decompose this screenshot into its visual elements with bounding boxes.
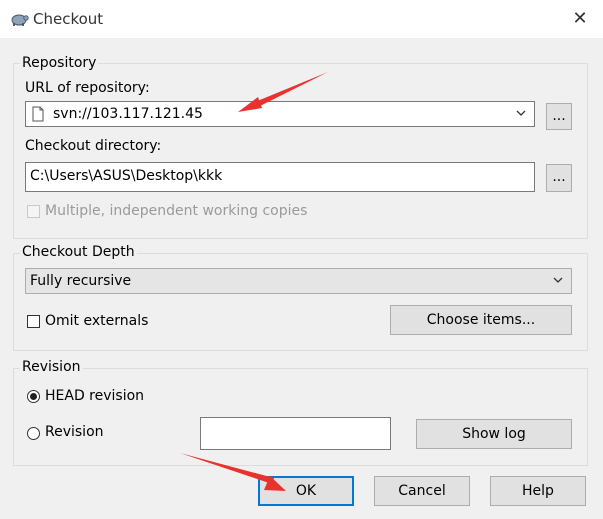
close-button[interactable]: ✕ [557, 0, 603, 38]
omit-externals-checkbox[interactable] [27, 315, 40, 328]
title-bar: Checkout ✕ [0, 0, 603, 38]
close-icon: ✕ [572, 8, 588, 29]
revision-legend: Revision [20, 359, 83, 375]
help-button[interactable]: Help [490, 476, 586, 506]
head-revision-radio[interactable] [27, 390, 40, 403]
repository-legend: Repository [20, 55, 99, 71]
radio-selected-dot [30, 393, 37, 400]
revision-radio[interactable] [27, 427, 40, 440]
head-revision-label: HEAD revision [45, 388, 145, 404]
window-title: Checkout [33, 10, 104, 28]
checkout-directory-value: C:\Users\ASUS\Desktop\kkk [30, 168, 223, 184]
multiple-copies-checkbox[interactable] [27, 205, 40, 218]
url-label: URL of repository: [25, 80, 150, 96]
choose-items-button[interactable]: Choose items... [390, 305, 572, 335]
tortoise-icon [11, 14, 29, 26]
checkout-depth-legend: Checkout Depth [20, 244, 137, 260]
checkout-directory-input[interactable]: C:\Users\ASUS\Desktop\kkk [25, 162, 535, 192]
depth-select[interactable]: Fully recursive [25, 268, 572, 294]
chevron-down-icon[interactable] [551, 273, 565, 287]
revision-input[interactable] [200, 417, 391, 450]
url-value: svn://103.117.121.45 [53, 106, 203, 122]
document-icon [32, 106, 44, 122]
url-combobox[interactable]: svn://103.117.121.45 [25, 101, 535, 127]
show-log-button[interactable]: Show log [416, 419, 572, 449]
ok-button[interactable]: OK [258, 476, 354, 506]
revision-label: Revision [45, 424, 104, 440]
depth-selected-value: Fully recursive [30, 273, 132, 289]
checkout-directory-label: Checkout directory: [25, 138, 162, 154]
multiple-copies-label: Multiple, independent working copies [45, 203, 308, 219]
omit-externals-label: Omit externals [45, 313, 149, 329]
cancel-button[interactable]: Cancel [374, 476, 470, 506]
chevron-down-icon[interactable] [514, 106, 528, 120]
directory-browse-button[interactable]: ... [546, 164, 572, 192]
url-browse-button[interactable]: ... [546, 103, 572, 130]
